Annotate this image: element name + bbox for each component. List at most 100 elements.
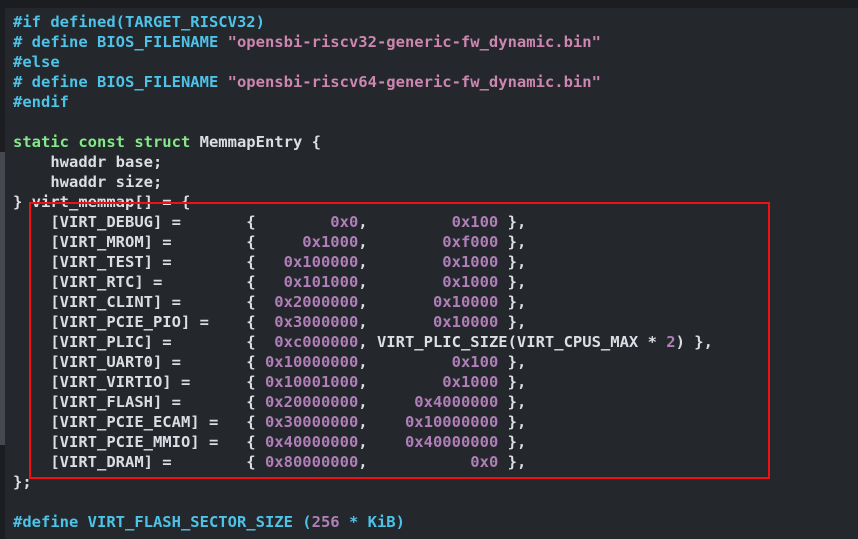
code-token-default: }, <box>498 453 526 471</box>
code-token-number: 0xc000000 <box>274 333 358 351</box>
code-token-default: , <box>358 373 442 391</box>
code-token-default: }; <box>13 473 32 491</box>
code-token-preproc: * KiB) <box>340 513 405 531</box>
code-line: #else <box>13 52 858 72</box>
code-token-string: "opensbi-riscv32-generic-fw_dynamic.bin" <box>228 33 601 51</box>
code-line: [VIRT_PCIE_MMIO] = { 0x40000000, 0x40000… <box>13 432 858 452</box>
code-line: [VIRT_FLASH] = { 0x20000000, 0x4000000 }… <box>13 392 858 412</box>
code-token-number: 0x100000 <box>284 253 359 271</box>
code-line: [VIRT_CLINT] = { 0x2000000, 0x10000 }, <box>13 292 858 312</box>
code-token-default: }, <box>498 353 526 371</box>
code-token-preproc: #if defined(TARGET_RISCV32) <box>13 13 265 31</box>
code-token-default: }, <box>498 293 526 311</box>
code-line: static const struct MemmapEntry { <box>13 132 858 152</box>
code-token-default: [VIRT_FLASH] = { <box>13 393 265 411</box>
code-token-default: }, <box>498 313 526 331</box>
code-token-default: [VIRT_RTC] = { <box>13 273 284 291</box>
code-token-number: 0x3000000 <box>274 313 358 331</box>
code-token-number: 0x20000000 <box>265 393 358 411</box>
code-token-default: , <box>358 453 470 471</box>
code-token-number: 0x2000000 <box>274 293 358 311</box>
code-line <box>13 492 858 512</box>
code-token-default: } virt_memmap[] = { <box>13 193 190 211</box>
code-token-number: 0x10000000 <box>265 353 358 371</box>
code-token-default: , VIRT_PLIC_SIZE(VIRT_CPUS_MAX * <box>358 333 666 351</box>
code-token-number: 0xf000 <box>442 233 498 251</box>
code-line: [VIRT_PLIC] = { 0xc000000, VIRT_PLIC_SIZ… <box>13 332 858 352</box>
code-token-default: , <box>358 293 433 311</box>
code-line: [VIRT_UART0] = { 0x10000000, 0x100 }, <box>13 352 858 372</box>
code-token-default: [VIRT_PLIC] = { <box>13 333 274 351</box>
code-line: }; <box>13 472 858 492</box>
code-token-default: , <box>358 213 451 231</box>
code-line <box>13 112 858 132</box>
code-token-number: 0x40000000 <box>265 433 358 451</box>
code-token-default: , <box>358 233 442 251</box>
code-token-default: , <box>358 413 405 431</box>
code-token-preproc: #endif <box>13 93 69 111</box>
code-token-number: 0x30000000 <box>265 413 358 431</box>
code-token-default: [VIRT_PCIE_ECAM] = { <box>13 413 265 431</box>
code-token-number: 0x100 <box>452 353 499 371</box>
code-token-number: 0x40000000 <box>405 433 498 451</box>
code-token-default: }, <box>498 273 526 291</box>
code-area[interactable]: #if defined(TARGET_RISCV32)# define BIOS… <box>13 12 858 532</box>
code-token-number: 0x1000 <box>302 233 358 251</box>
code-token-string: "opensbi-riscv64-generic-fw_dynamic.bin" <box>228 73 601 91</box>
code-token-number: 0x0 <box>470 453 498 471</box>
code-token-default: hwaddr size; <box>13 173 162 191</box>
code-line: #endif <box>13 92 858 112</box>
code-token-default: }, <box>498 413 526 431</box>
code-token-default: [VIRT_UART0] = { <box>13 353 265 371</box>
code-token-default: [VIRT_MROM] = { <box>13 233 302 251</box>
left-scrollbar <box>0 0 5 539</box>
code-token-number: 0x10000 <box>433 293 498 311</box>
code-token-number: 2 <box>666 333 675 351</box>
code-token-number: 0x100 <box>452 213 499 231</box>
code-token-number: 0x10001000 <box>265 373 358 391</box>
code-line: [VIRT_PCIE_PIO] = { 0x3000000, 0x10000 }… <box>13 312 858 332</box>
code-line: # define BIOS_FILENAME "opensbi-riscv32-… <box>13 32 858 52</box>
code-line: # define BIOS_FILENAME "opensbi-riscv64-… <box>13 72 858 92</box>
code-token-keyword: static const struct <box>13 133 190 151</box>
code-token-default: [VIRT_TEST] = { <box>13 253 284 271</box>
code-token-default: ) }, <box>676 333 713 351</box>
code-line: #if defined(TARGET_RISCV32) <box>13 12 858 32</box>
code-token-default: [VIRT_PCIE_MMIO] = { <box>13 433 265 451</box>
code-token-default: , <box>358 393 414 411</box>
code-line: [VIRT_MROM] = { 0x1000, 0xf000 }, <box>13 232 858 252</box>
code-token-number: 0x80000000 <box>265 453 358 471</box>
code-line: #define VIRT_FLASH_SECTOR_SIZE (256 * Ki… <box>13 512 858 532</box>
code-token-default: }, <box>498 393 526 411</box>
code-token-number: 0x0 <box>330 213 358 231</box>
code-token-default: , <box>358 433 405 451</box>
code-token-default: [VIRT_DEBUG] = { <box>13 213 330 231</box>
code-token-default: MemmapEntry { <box>190 133 321 151</box>
code-line: hwaddr base; <box>13 152 858 172</box>
code-line: [VIRT_TEST] = { 0x100000, 0x1000 }, <box>13 252 858 272</box>
code-token-default: , <box>358 253 442 271</box>
code-token-default: , <box>358 313 433 331</box>
code-token-number: 0x1000 <box>442 273 498 291</box>
code-line: [VIRT_VIRTIO] = { 0x10001000, 0x1000 }, <box>13 372 858 392</box>
code-token-default: [VIRT_VIRTIO] = { <box>13 373 265 391</box>
code-line: [VIRT_RTC] = { 0x101000, 0x1000 }, <box>13 272 858 292</box>
code-token-default: , <box>358 273 442 291</box>
code-token-default: [VIRT_DRAM] = { <box>13 453 265 471</box>
code-token-default: }, <box>498 433 526 451</box>
code-token-number: 0x10000 <box>433 313 498 331</box>
code-line: [VIRT_DRAM] = { 0x80000000, 0x0 }, <box>13 452 858 472</box>
code-token-default: }, <box>498 233 526 251</box>
code-token-preproc: # define BIOS_FILENAME <box>13 33 228 51</box>
code-token-number: 0x1000 <box>442 373 498 391</box>
code-token-number: 0x10000000 <box>405 413 498 431</box>
code-line: [VIRT_PCIE_ECAM] = { 0x30000000, 0x10000… <box>13 412 858 432</box>
code-line: hwaddr size; <box>13 172 858 192</box>
code-token-preproc: #else <box>13 53 60 71</box>
scrollbar-thumb[interactable] <box>0 152 5 445</box>
code-token-number: 0x101000 <box>284 273 359 291</box>
code-token-number: 256 <box>312 513 340 531</box>
code-line: } virt_memmap[] = { <box>13 192 858 212</box>
code-token-default: [VIRT_PCIE_PIO] = { <box>13 313 274 331</box>
code-token-preproc: #define VIRT_FLASH_SECTOR_SIZE ( <box>13 513 312 531</box>
